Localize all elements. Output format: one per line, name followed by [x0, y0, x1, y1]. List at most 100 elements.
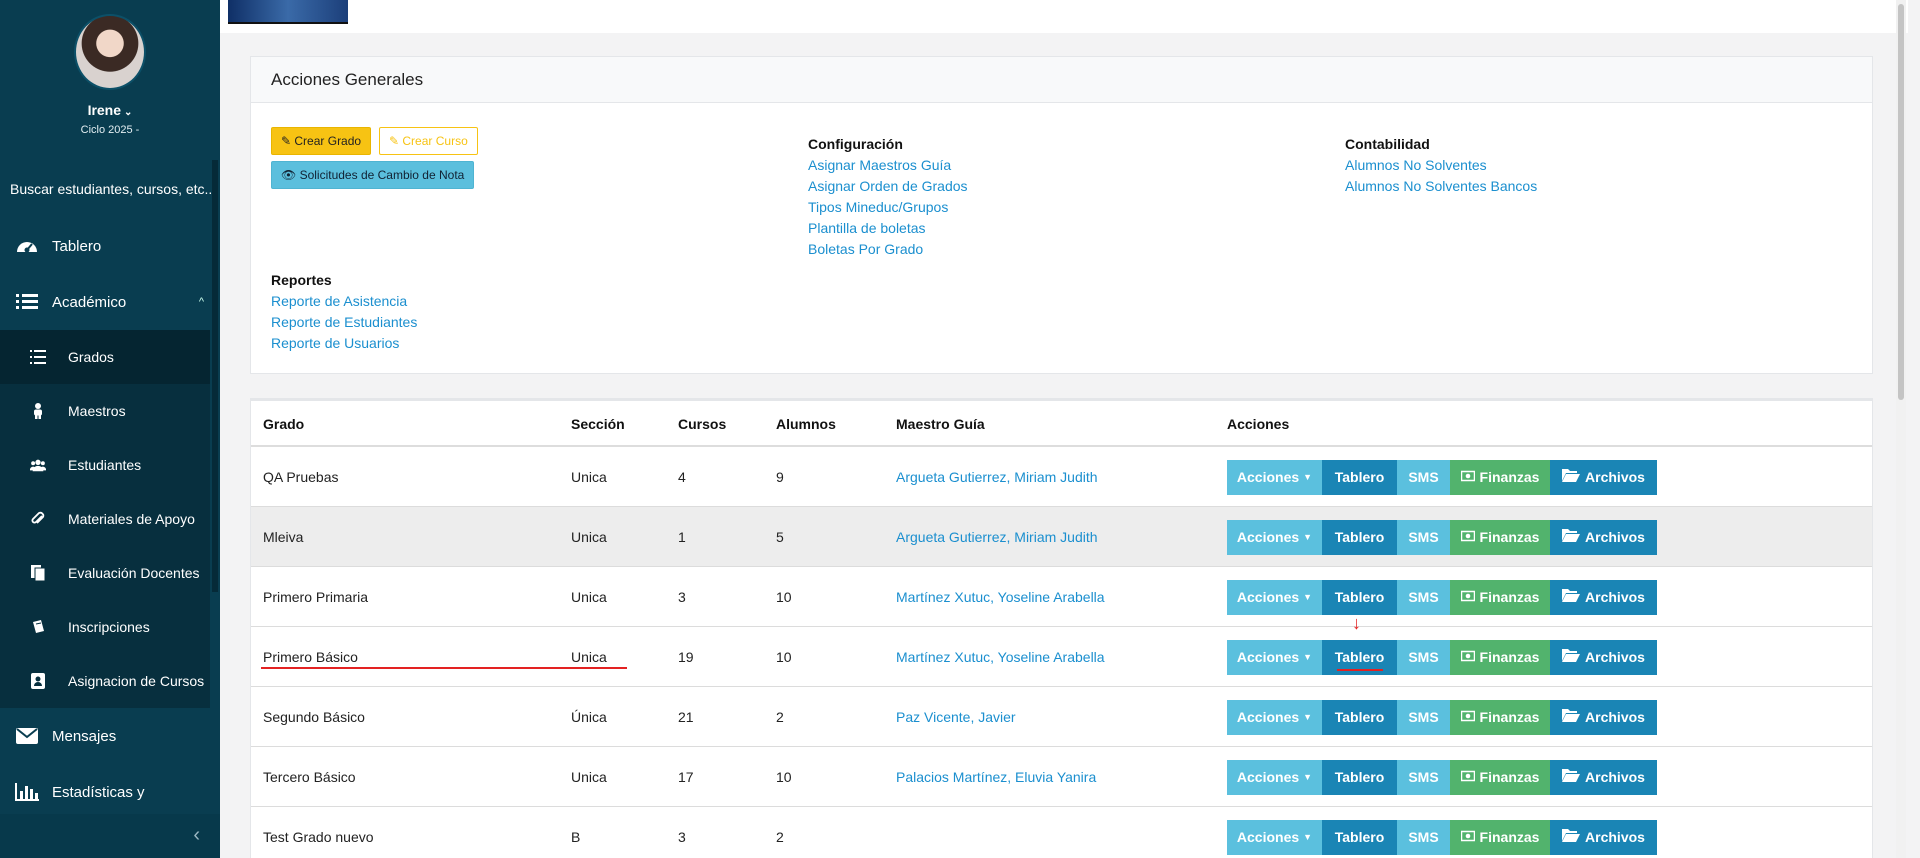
finanzas-button[interactable]: Finanzas [1450, 460, 1550, 495]
sidebar-item-label: Asignacion de Cursos [68, 673, 205, 689]
finanzas-button[interactable]: Finanzas [1450, 820, 1550, 855]
nav-academico[interactable]: Académico ^ [0, 274, 220, 330]
table-row: Primero Primaria Unica 3 10 Martínez Xutuc, … [251, 567, 1872, 627]
sms-button[interactable]: SMS [1397, 580, 1450, 615]
finanzas-button[interactable]: Finanzas [1450, 640, 1550, 675]
sidebar-item-estudiantes[interactable]: Estudiantes [0, 438, 210, 492]
user-menu[interactable]: Irene ⌄ [0, 102, 220, 118]
reportes-title: Reportes [271, 272, 332, 288]
nav-label: Estadísticas y [52, 783, 145, 801]
button-label: Archivos [1585, 469, 1645, 485]
archivos-button[interactable]: Archivos [1550, 760, 1657, 795]
cell-alumnos: 5 [776, 529, 784, 545]
sms-button[interactable]: SMS [1397, 820, 1450, 855]
button-label: Acciones [1236, 649, 1300, 665]
archivos-button[interactable]: Archivos [1550, 700, 1657, 735]
link-plantilla-boletas[interactable]: Plantilla de boletas [808, 220, 926, 236]
tablero-button[interactable]: Tablero [1322, 460, 1397, 495]
link-boletas-grado[interactable]: Boletas Por Grado [808, 241, 923, 257]
acciones-dropdown-button[interactable]: Acciones ▼ [1227, 640, 1322, 675]
button-label: SMS [1408, 829, 1439, 845]
cell-seccion: Unica [571, 589, 607, 605]
sms-button[interactable]: SMS [1397, 640, 1450, 675]
annotation-underline-tablero [1337, 669, 1383, 671]
sms-button[interactable]: SMS [1397, 700, 1450, 735]
crear-curso-button[interactable]: ✎ Crear Curso [379, 127, 478, 155]
button-label: SMS [1408, 589, 1439, 605]
col-alumnos[interactable]: Alumnos [776, 416, 836, 432]
link-no-solventes[interactable]: Alumnos No Solventes [1345, 157, 1487, 173]
cell-maestro-link[interactable]: Palacios Martínez, Eluvia Yanira [896, 769, 1096, 785]
link-reporte-usuarios[interactable]: Reporte de Usuarios [271, 335, 399, 351]
cell-maestro-link[interactable]: Argueta Gutierrez, Miriam Judith [896, 469, 1098, 485]
link-tipos-mineduc[interactable]: Tipos Mineduc/Grupos [808, 199, 948, 215]
cell-cursos: 3 [678, 829, 686, 845]
page-scrollbar[interactable] [1896, 0, 1906, 858]
cell-maestro-link[interactable]: Martínez Xutuc, Yoseline Arabella [896, 649, 1105, 665]
col-cursos[interactable]: Cursos [678, 416, 726, 432]
link-no-solventes-bancos[interactable]: Alumnos No Solventes Bancos [1345, 178, 1537, 194]
cell-maestro-link[interactable]: Paz Vicente, Javier [896, 709, 1016, 725]
nav-mensajes[interactable]: Mensajes [0, 708, 220, 764]
sidebar-item-grados[interactable]: Grados [0, 330, 210, 384]
sidebar-item-evaluacion[interactable]: Evaluación Docentes [0, 546, 210, 600]
col-seccion[interactable]: Sección [571, 416, 625, 432]
acciones-dropdown-button[interactable]: Acciones ▼ [1227, 820, 1322, 855]
acciones-dropdown-button[interactable]: Acciones ▼ [1227, 520, 1322, 555]
scrollbar-thumb[interactable] [1898, 4, 1904, 400]
col-maestro[interactable]: Maestro Guía [896, 416, 985, 432]
collapse-sidebar-button[interactable]: ‹ [0, 814, 220, 858]
finanzas-button[interactable]: Finanzas [1450, 760, 1550, 795]
tablero-button[interactable]: Tablero [1322, 700, 1397, 735]
tablero-button[interactable]: Tablero [1322, 760, 1397, 795]
avatar[interactable] [74, 14, 146, 90]
acciones-dropdown-button[interactable]: Acciones ▼ [1227, 760, 1322, 795]
acciones-dropdown-button[interactable]: Acciones ▼ [1227, 460, 1322, 495]
cell-maestro-link[interactable]: Martínez Xutuc, Yoseline Arabella [896, 589, 1105, 605]
nav-tablero[interactable]: Tablero [0, 218, 220, 274]
button-label: Tablero [1334, 829, 1385, 845]
sms-button[interactable]: SMS [1397, 460, 1450, 495]
cell-cursos: 4 [678, 469, 686, 485]
crear-grado-button[interactable]: ✎ Crear Grado [271, 127, 372, 155]
tablero-button[interactable]: Tablero [1322, 520, 1397, 555]
row-actions: Acciones ▼ Tablero SMS Finanzas Archivos [1227, 580, 1657, 615]
archivos-button[interactable]: Archivos [1550, 820, 1657, 855]
archivos-button[interactable]: Archivos [1550, 460, 1657, 495]
cell-maestro-link[interactable]: Argueta Gutierrez, Miriam Judith [896, 529, 1098, 545]
sidebar-scrollbar[interactable] [212, 160, 218, 592]
sms-button[interactable]: SMS [1397, 760, 1450, 795]
button-label: Finanzas [1479, 709, 1540, 725]
finanzas-button[interactable]: Finanzas [1450, 700, 1550, 735]
acciones-dropdown-button[interactable]: Acciones ▼ [1227, 580, 1322, 615]
nav-estadisticas[interactable]: Estadísticas y [0, 764, 220, 820]
finanzas-button[interactable]: Finanzas [1450, 580, 1550, 615]
link-asignar-orden[interactable]: Asignar Orden de Grados [808, 178, 968, 194]
button-label: Finanzas [1479, 829, 1540, 845]
acciones-dropdown-button[interactable]: Acciones ▼ [1227, 700, 1322, 735]
finanzas-button[interactable]: Finanzas [1450, 520, 1550, 555]
cell-seccion: Unica [571, 469, 607, 485]
search-input[interactable]: Buscar estudiantes, cursos, etc... [0, 160, 220, 218]
tablero-button[interactable]: Tablero [1322, 820, 1397, 855]
sidebar-item-materiales[interactable]: Materiales de Apoyo [0, 492, 210, 546]
archivos-button[interactable]: Archivos [1550, 580, 1657, 615]
button-label: Archivos [1585, 649, 1645, 665]
link-asignar-maestros[interactable]: Asignar Maestros Guía [808, 157, 951, 173]
sidebar-item-maestros[interactable]: Maestros [0, 384, 210, 438]
sidebar-item-label: Grados [68, 349, 114, 365]
sidebar-item-inscripciones[interactable]: Inscripciones [0, 600, 210, 654]
link-reporte-estudiantes[interactable]: Reporte de Estudiantes [271, 314, 417, 330]
sidebar-item-asignacion[interactable]: Asignacion de Cursos [0, 654, 210, 708]
folder-open-icon [1562, 460, 1585, 495]
solicitudes-button[interactable]: 👁 Solicitudes de Cambio de Nota [271, 161, 475, 189]
cell-alumnos: 10 [776, 649, 792, 665]
col-grado[interactable]: Grado [263, 416, 304, 432]
cell-alumnos: 2 [776, 709, 784, 725]
button-label: SMS [1408, 529, 1439, 545]
sms-button[interactable]: SMS [1397, 520, 1450, 555]
archivos-button[interactable]: Archivos [1550, 520, 1657, 555]
archivos-button[interactable]: Archivos [1550, 640, 1657, 675]
tablero-button[interactable]: Tablero [1322, 580, 1397, 615]
link-reporte-asistencia[interactable]: Reporte de Asistencia [271, 293, 407, 309]
